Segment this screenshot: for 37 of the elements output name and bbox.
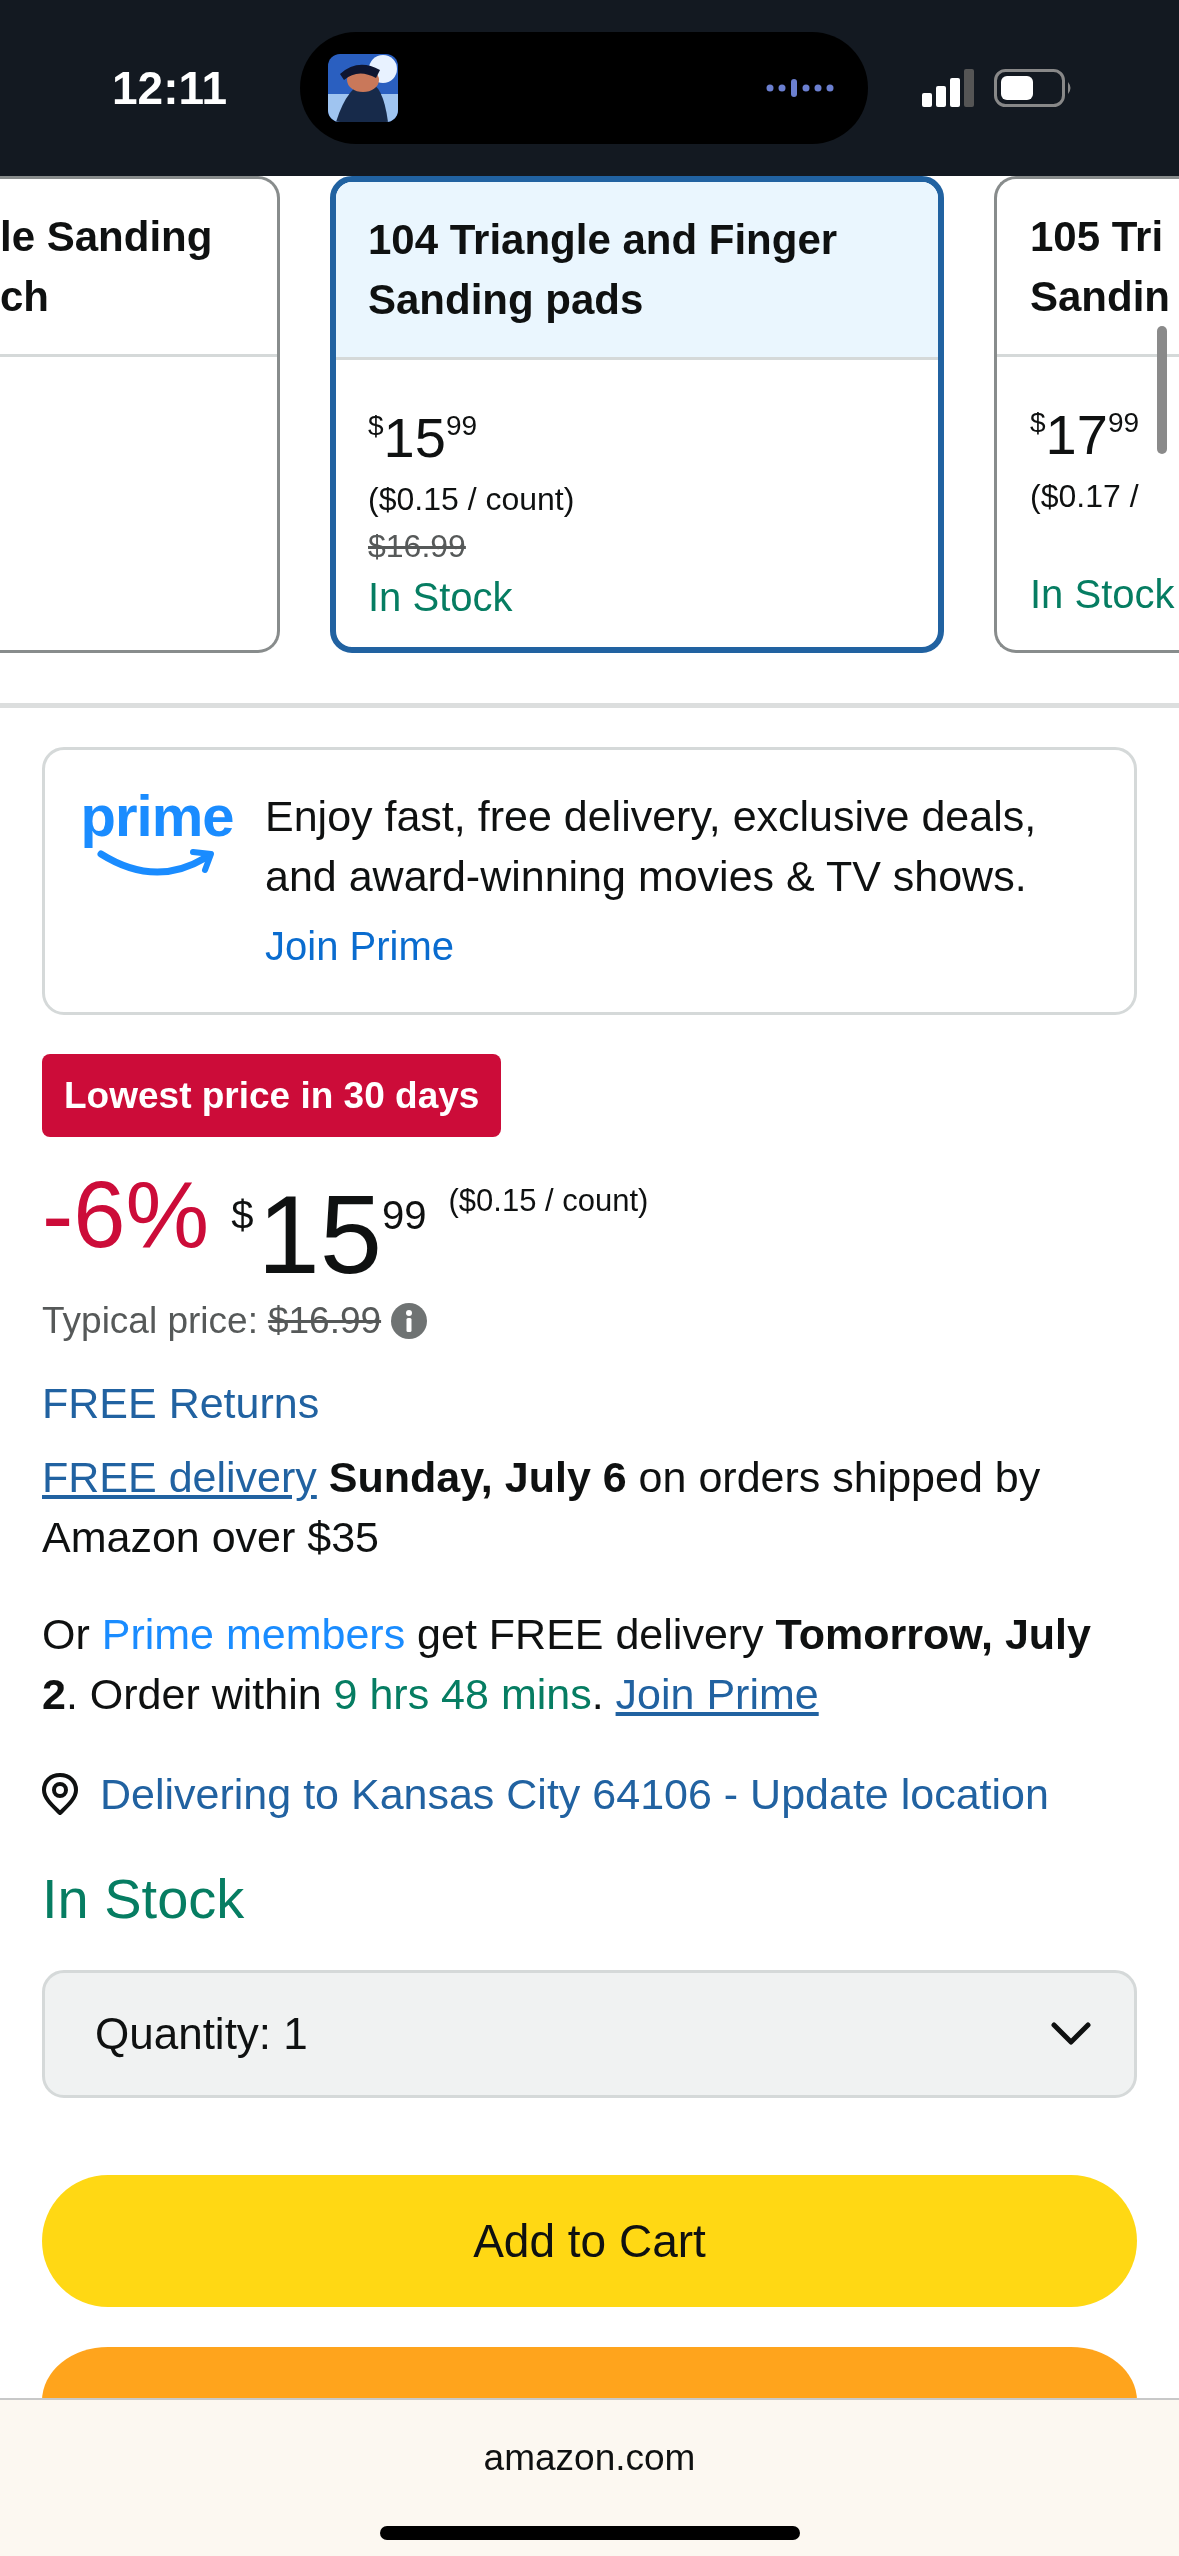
join-prime-link[interactable]: Join Prime — [265, 916, 454, 976]
stock-status: In Stock — [368, 574, 514, 621]
typical-price: $16.99 — [267, 1300, 382, 1342]
chevron-down-icon — [1050, 2021, 1092, 2047]
discount-percent: -6% — [42, 1161, 210, 1269]
free-returns-link[interactable]: FREE Returns — [42, 1373, 320, 1433]
stock-status: In Stock — [42, 1866, 246, 1932]
variant-title: 105 Tri Sandin — [1030, 212, 1171, 322]
location-pin-icon — [42, 1773, 78, 1815]
delivery-text: FREE delivery Sunday, July 6 on orders shipped by Amazon over $35 — [42, 1452, 1042, 1563]
unit-price: ($0.17 / — [1030, 477, 1140, 516]
info-icon — [391, 1303, 428, 1339]
prime-logo: prime — [79, 786, 235, 1012]
stock-status: In Stock — [1030, 571, 1176, 618]
signal-icon — [922, 69, 976, 107]
deal-badge: Lowest price in 30 days — [42, 1054, 502, 1137]
price: $^{$}$17$^{99}$ — [1030, 402, 1141, 467]
list-price: $16.99 — [368, 527, 467, 566]
link[interactable]: FREE delivery — [42, 1453, 317, 1501]
url-text[interactable]: amazon.com — [483, 2436, 696, 2480]
variant-card[interactable]: le Sanding ch — [0, 176, 280, 653]
prime-delivery-text: Or Prime members get FREE delivery Tomorrow, July 2. Order within 9 hrs 48 mins. Join Prime — [42, 1609, 1092, 1720]
unit-price: ($0.15 / count) — [448, 1183, 649, 1219]
price: $^{$}$15$^{99}$ — [368, 405, 479, 470]
quantity-dropdown[interactable]: Quantity: 1 — [42, 1970, 1137, 2098]
variant-title: 104 Triangle and Finger Sanding pads — [368, 215, 839, 325]
typical-price-label: Typical price: — [42, 1300, 258, 1342]
location-link[interactable]: Delivering to Kansas City 64106 - Update location — [100, 1764, 1049, 1824]
variant-card[interactable]: 105 Tri Sandin $^{$}$17$^{99}$ ($0.17 / In Stock — [994, 176, 1179, 653]
prime-message: Enjoy fast, free delivery, exclusive deals, and award-winning movies & TV shows. — [265, 791, 1038, 902]
variant-title: le Sanding ch — [0, 212, 214, 322]
clock-time: 12:11 — [112, 61, 229, 115]
variant-card[interactable]: 104 Triangle and Finger Sanding pads $^{$}$15$^{99}$ ($0.15 / count) $16.99 In Stock — [330, 176, 944, 653]
price: $^{$}$15$^{99}$ — [231, 1171, 427, 1295]
unit-price: ($0.15 / count) — [368, 480, 576, 519]
link[interactable]: Join Prime — [615, 1670, 819, 1718]
add-to-cart-button[interactable]: Add to Cart — [42, 2175, 1137, 2307]
